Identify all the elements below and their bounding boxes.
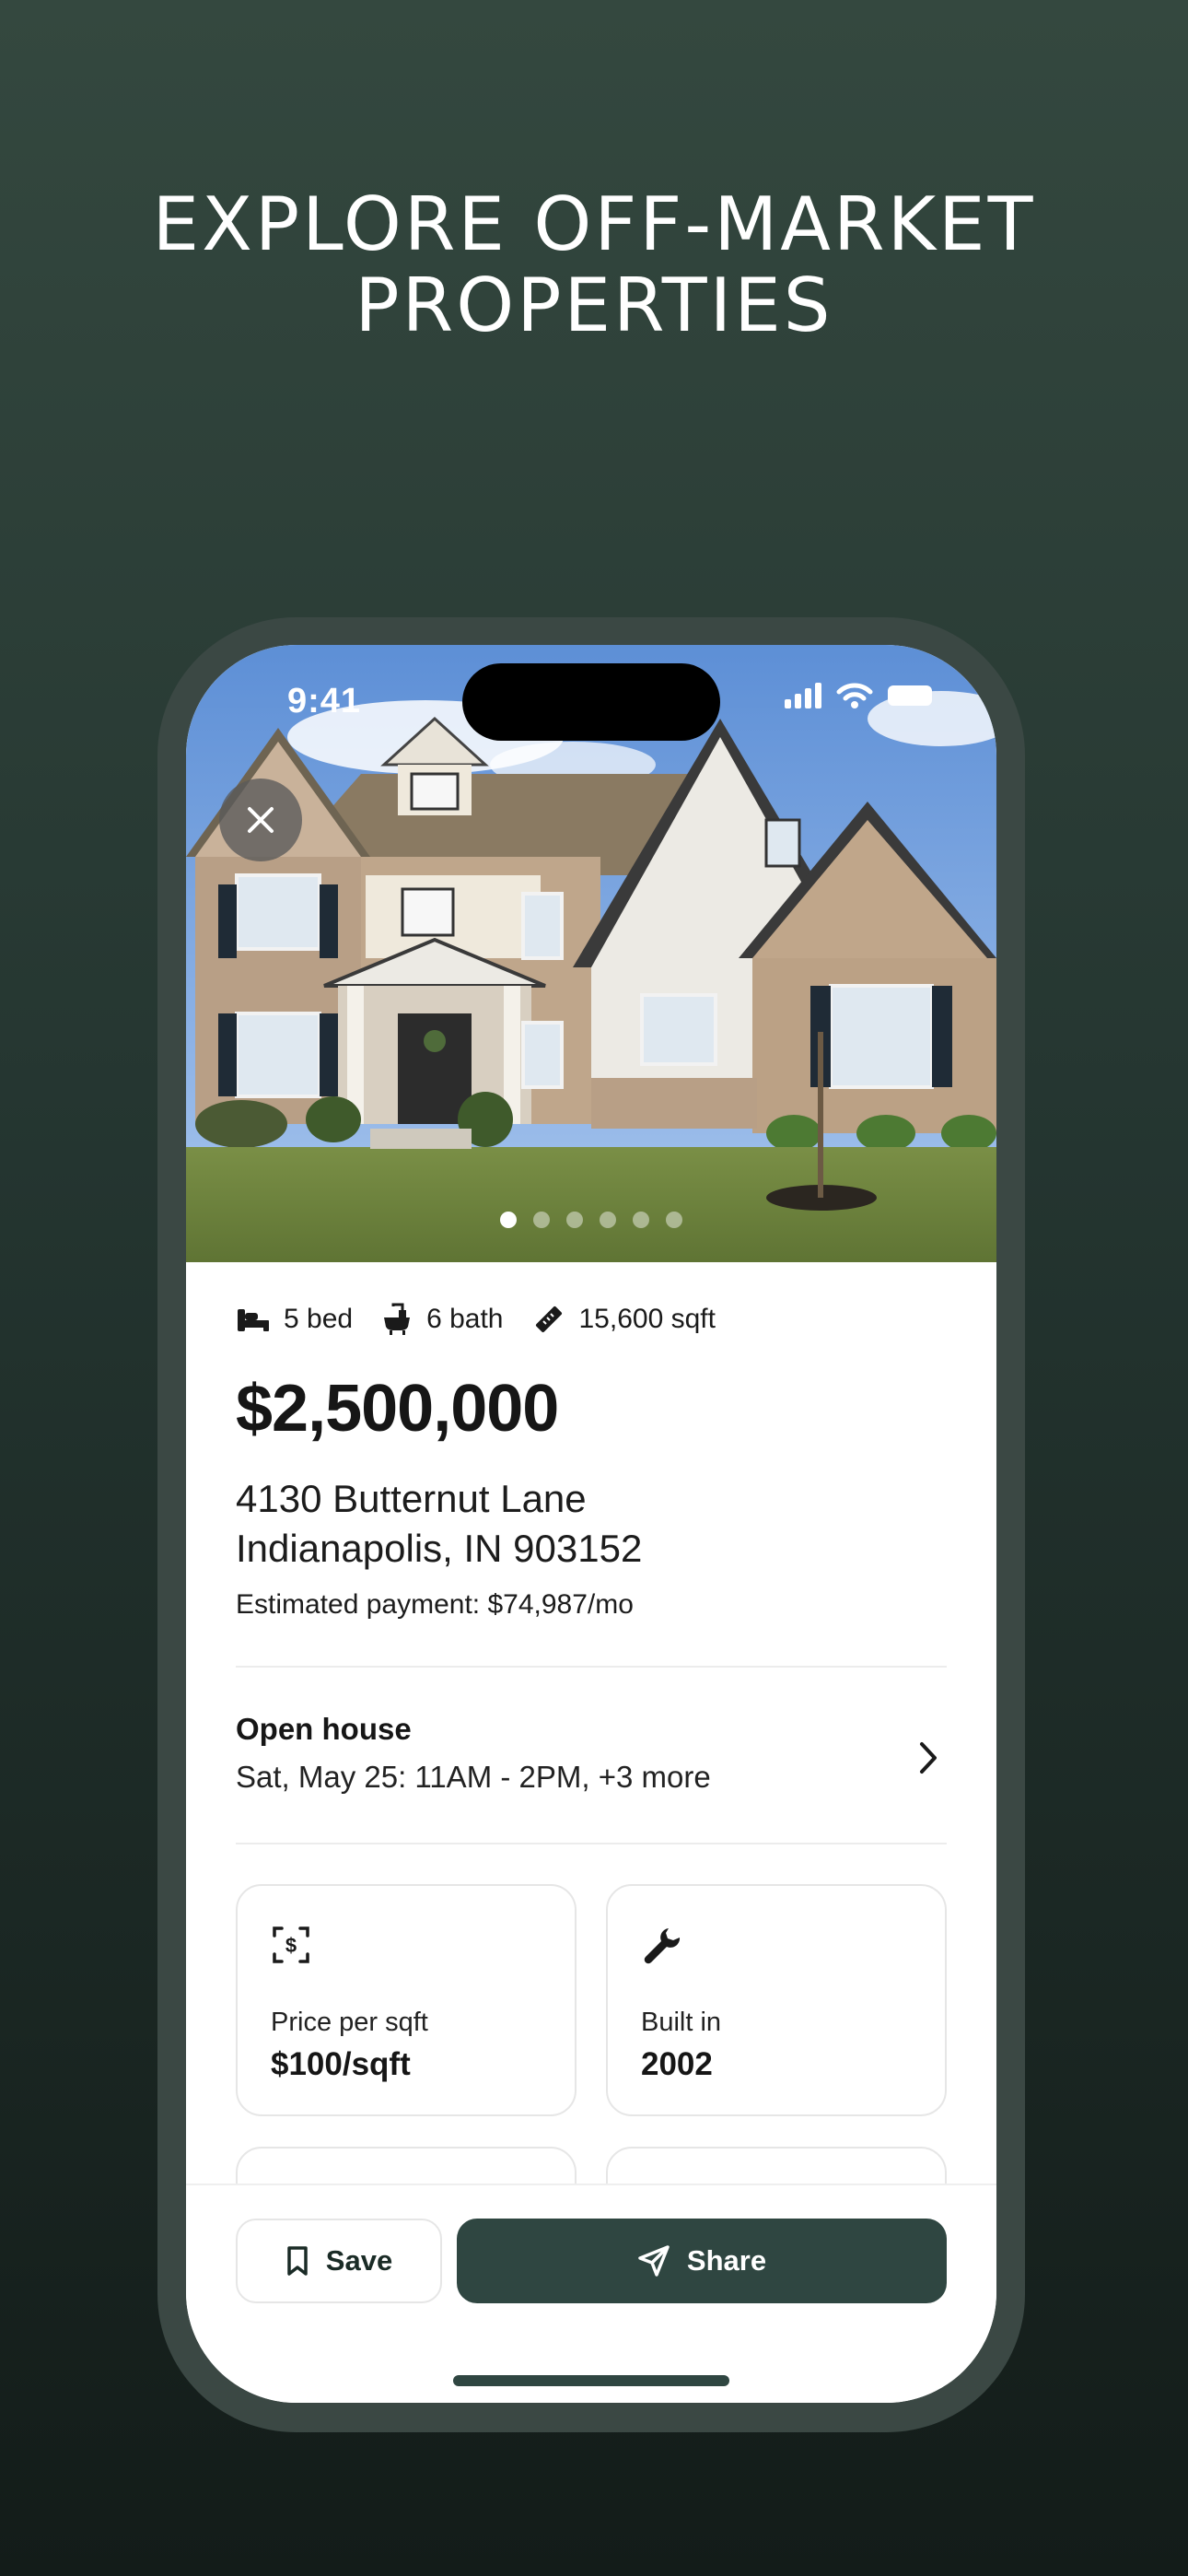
photo-pagination[interactable]	[186, 1212, 996, 1228]
pagination-dot[interactable]	[566, 1212, 583, 1228]
address-street: 4130 Butternut Lane	[236, 1477, 587, 1520]
property-photo[interactable]: 9:41	[186, 645, 996, 1262]
chevron-right-icon	[920, 1742, 937, 1774]
address-city: Indianapolis, IN 903152	[236, 1527, 643, 1570]
pagination-dot[interactable]	[533, 1212, 550, 1228]
battery-icon	[888, 685, 932, 706]
spec-sqft: 15,600 sqft	[531, 1302, 716, 1337]
fact-card-built-in: Built in 2002	[606, 1884, 947, 2116]
spec-label: 6 bath	[426, 1304, 504, 1334]
fact-value: 2002	[641, 2046, 713, 2082]
pagination-dot[interactable]	[666, 1212, 682, 1228]
open-house-title: Open house	[236, 1712, 412, 1746]
wrench-icon	[644, 1928, 681, 1964]
spec-baths: 6 bath	[380, 1303, 504, 1336]
headline-line-2: PROPERTIES	[355, 263, 833, 348]
headline-line-1: EXPLORE OFF-MARKET	[152, 181, 1036, 267]
dollar-scan-icon: $	[273, 1926, 309, 1963]
property-specs: 5 bed 6 bath 15,600 sqft	[236, 1302, 716, 1337]
close-icon	[248, 807, 274, 833]
share-label: Share	[686, 2244, 767, 2277]
spec-label: 15,600 sqft	[578, 1304, 716, 1334]
cellular-signal-icon	[785, 683, 821, 708]
estimated-payment: Estimated payment: $74,987/mo	[236, 1589, 634, 1620]
pagination-dot[interactable]	[633, 1212, 649, 1228]
headline: EXPLORE OFF-MARKET PROPERTIES	[0, 184, 1188, 346]
dynamic-island	[462, 663, 720, 741]
open-house-date: Sat, May 25: 11AM - 2PM, +3 more	[236, 1760, 711, 1794]
save-button[interactable]: Save	[236, 2219, 442, 2303]
fact-card-price-per-sqft: $ Price per sqft $100/sqft	[236, 1884, 577, 2116]
open-house-row[interactable]: Open house Sat, May 25: 11AM - 2PM, +3 m…	[236, 1712, 947, 1813]
status-time: 9:41	[287, 682, 362, 720]
pagination-dot[interactable]	[500, 1212, 517, 1228]
ruler-icon	[535, 1306, 562, 1333]
phone-screen: 9:41 5 bed 6 bath 15,600 sqft $2,500,000…	[186, 645, 996, 2403]
share-button[interactable]: Share	[457, 2219, 947, 2303]
divider	[236, 1843, 947, 1844]
fact-label: Price per sqft	[271, 2008, 428, 2037]
spec-beds: 5 bed	[236, 1304, 353, 1335]
listing-address: 4130 Butternut Lane Indianapolis, IN 903…	[236, 1474, 642, 1574]
spec-label: 5 bed	[284, 1304, 354, 1334]
listing-price: $2,500,000	[236, 1372, 559, 1446]
action-bar: Save Share	[186, 2184, 996, 2403]
bookmark-icon	[287, 2246, 308, 2276]
fact-value: $100/sqft	[271, 2046, 411, 2082]
home-indicator	[453, 2375, 729, 2386]
svg-text:$: $	[285, 1934, 297, 1957]
wifi-icon	[836, 683, 873, 708]
fact-label: Built in	[641, 2008, 722, 2037]
close-button[interactable]	[219, 779, 302, 861]
status-icons	[785, 682, 932, 709]
divider	[236, 1666, 947, 1668]
bed-icon	[238, 1309, 269, 1331]
bathtub-icon	[384, 1303, 411, 1335]
pagination-dot[interactable]	[600, 1212, 616, 1228]
save-label: Save	[325, 2244, 393, 2277]
paper-plane-icon	[638, 2245, 670, 2277]
